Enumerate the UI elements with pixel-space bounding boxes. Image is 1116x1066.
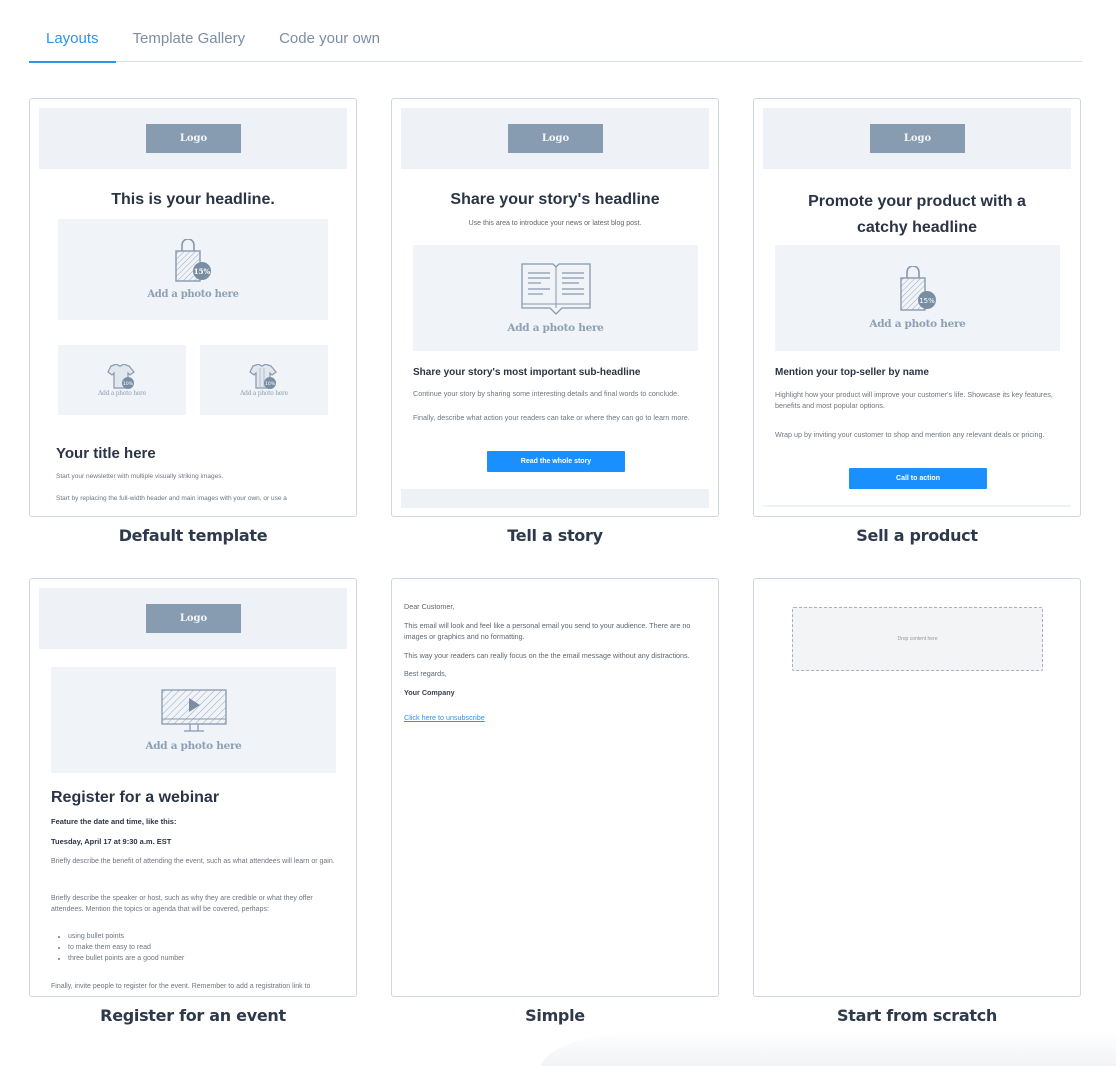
tab-layouts[interactable]: Layouts [29, 22, 116, 63]
sub-headline: Share your story's most important sub-he… [413, 367, 641, 378]
photo-label: Add a photo here [507, 322, 604, 334]
sub-headline: Mention your top-seller by name [775, 367, 929, 378]
bottom-shadow [540, 1030, 1116, 1066]
template-title: Default template [118, 526, 268, 545]
template-card-start-from-scratch[interactable]: Drop content here Start from scratch [753, 578, 1081, 1025]
template-preview[interactable]: Logo This is your headline. 15% Add a ph… [29, 98, 357, 517]
template-preview[interactable]: Drop content here [753, 578, 1081, 997]
header-band: Logo [763, 108, 1071, 169]
svg-text:15%: 15% [194, 267, 211, 276]
headline: Promote your product with a catchy headl… [808, 193, 1026, 236]
template-card-register-event[interactable]: Logo Add a photo here Register for a web… [29, 578, 357, 1025]
template-title: Start from scratch [837, 1006, 997, 1025]
simple-email-body: Dear Customer, This email will look and … [404, 601, 706, 731]
bullet-item: using bullet points [68, 931, 335, 942]
template-preview[interactable]: Logo Share your story's headline Use thi… [391, 98, 719, 517]
photo-placeholder-small: 10% Add a photo here [58, 345, 186, 415]
photo-placeholder-small: 10% Add a photo here [200, 345, 328, 415]
section-title: Your title here [56, 445, 156, 462]
header-band: Logo [401, 108, 709, 169]
signoff: Best regards, [404, 669, 447, 678]
photo-label: Add a photo here [147, 289, 239, 300]
template-title: Tell a story [507, 526, 603, 545]
paragraph: Finally, describe what action your reade… [413, 413, 690, 422]
logo-placeholder: Logo [508, 124, 603, 153]
logo-placeholder: Logo [146, 124, 241, 153]
footer-band [401, 489, 709, 508]
divider [763, 505, 1071, 507]
template-title: Sell a product [856, 526, 978, 545]
photo-label: Add a photo here [145, 740, 242, 752]
bullet-item: to make them easy to read [68, 942, 335, 953]
tab-code-your-own[interactable]: Code your own [279, 22, 380, 62]
template-card-tell-a-story[interactable]: Logo Share your story's headline Use thi… [391, 98, 719, 545]
greeting: Dear Customer, [404, 602, 455, 611]
photo-label: Add a photo here [240, 389, 288, 397]
photo-label: Add a photo here [869, 318, 966, 330]
paragraph: Highlight how your product will improve … [775, 390, 1053, 410]
svg-text:15%: 15% [919, 297, 935, 305]
photo-label: Add a photo here [98, 389, 146, 397]
template-preview[interactable]: Logo Promote your product with a catchy … [753, 98, 1081, 517]
photo-placeholder: 15% Add a photo here [58, 219, 328, 320]
paragraph: This way your readers can really focus o… [404, 650, 690, 660]
template-preview[interactable]: Dear Customer, This email will look and … [391, 578, 719, 997]
headline: This is your headline. [111, 191, 275, 208]
company-name: Your Company [404, 687, 455, 697]
paragraph: Continue your story by sharing some inte… [413, 389, 680, 398]
read-story-button: Read the whole story [487, 451, 625, 472]
paragraph: Start your newsletter with multiple visu… [56, 473, 224, 480]
photo-placeholder: 15% Add a photo here [775, 245, 1060, 351]
headline: Share your story's headline [450, 191, 660, 208]
paragraph: Start by replacing the full-width header… [56, 495, 287, 502]
logo-placeholder: Logo [146, 604, 241, 633]
call-to-action-button: Call to action [849, 468, 987, 489]
paragraph: Wrap up by inviting your customer to sho… [775, 430, 1045, 439]
open-book-icon [520, 263, 591, 315]
tab-bar: Layouts Template Gallery Code your own [29, 22, 1082, 63]
photo-placeholder: Add a photo here [413, 245, 698, 351]
bullet-list: using bullet points to make them easy to… [68, 931, 335, 964]
header-band: Logo [39, 108, 347, 169]
paragraph: Briefly describe the benefit of attendin… [51, 858, 335, 865]
date-line: Tuesday, April 17 at 9:30 a.m. EST [51, 837, 172, 846]
bullet-item: three bullet points are a good number [68, 953, 335, 964]
template-card-sell-a-product[interactable]: Logo Promote your product with a catchy … [753, 98, 1081, 545]
logo-placeholder: Logo [870, 124, 965, 153]
tab-template-gallery[interactable]: Template Gallery [133, 22, 246, 62]
monitor-play-icon [160, 689, 227, 732]
template-title: Register for an event [100, 1006, 286, 1025]
header-band: Logo [39, 588, 347, 649]
shopping-bag-discount-icon: 15% [175, 239, 211, 282]
paragraph: This email will look and feel like a per… [404, 620, 691, 642]
svg-text:10%: 10% [123, 381, 134, 387]
template-title: Simple [525, 1006, 585, 1025]
headline: Register for a webinar [51, 789, 220, 806]
paragraph: Finally, invite people to register for t… [51, 983, 311, 990]
template-card-simple[interactable]: Dear Customer, This email will look and … [391, 578, 719, 1025]
unsubscribe-link: Click here to unsubscribe [404, 713, 485, 722]
template-card-default[interactable]: Logo This is your headline. 15% Add a ph… [29, 98, 357, 545]
photo-placeholder: Add a photo here [51, 667, 336, 773]
svg-text:10%: 10% [265, 381, 276, 387]
intro-text: Use this area to introduce your news or … [468, 220, 642, 227]
template-preview[interactable]: Logo Add a photo here Register for a web… [29, 578, 357, 997]
paragraph: Briefly describe the speaker or host, su… [51, 895, 313, 913]
drop-zone: Drop content here [792, 607, 1043, 671]
feature-line: Feature the date and time, like this: [51, 817, 177, 826]
drop-zone-label: Drop content here [897, 636, 938, 642]
shopping-bag-discount-icon: 15% [899, 266, 936, 311]
tshirt-icon: 10% [249, 363, 277, 389]
tshirt-icon: 10% [107, 363, 135, 389]
